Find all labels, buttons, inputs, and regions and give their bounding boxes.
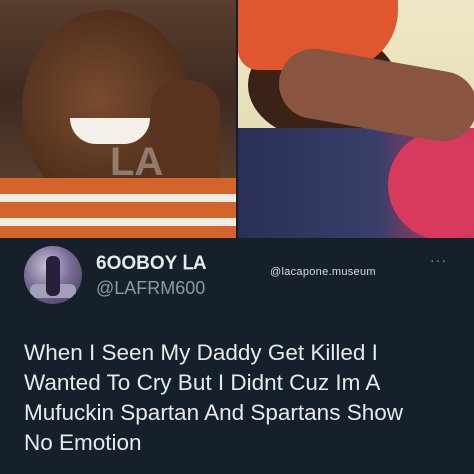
left-photo: LA — [0, 0, 236, 238]
tweet-text-line: When I Seen My Daddy Get Killed I — [24, 340, 378, 365]
tweet-text: When I Seen My Daddy Get Killed I Wanted… — [24, 338, 464, 458]
author-name[interactable]: 6OOBOY ᒪA — [96, 252, 207, 275]
tweet-text-line: Mufuckin Spartan And Spartans Show — [24, 400, 403, 425]
more-options-icon[interactable]: ··· — [430, 252, 447, 268]
avatar[interactable] — [24, 246, 82, 304]
tweet-text-line: Wanted To Cry But I Didnt Cuz Im A — [24, 370, 381, 395]
avatar-figure — [46, 256, 60, 296]
left-photo-shirt — [0, 178, 236, 238]
left-photo-watermark: LA — [110, 140, 164, 184]
right-photo — [238, 0, 474, 238]
author-handle[interactable]: @LAFRM600 — [96, 278, 205, 299]
tweet-text-line: No Emotion — [24, 430, 142, 455]
meme-photos: LA — [0, 0, 474, 238]
source-watermark: @lacapone.museum — [270, 266, 376, 278]
